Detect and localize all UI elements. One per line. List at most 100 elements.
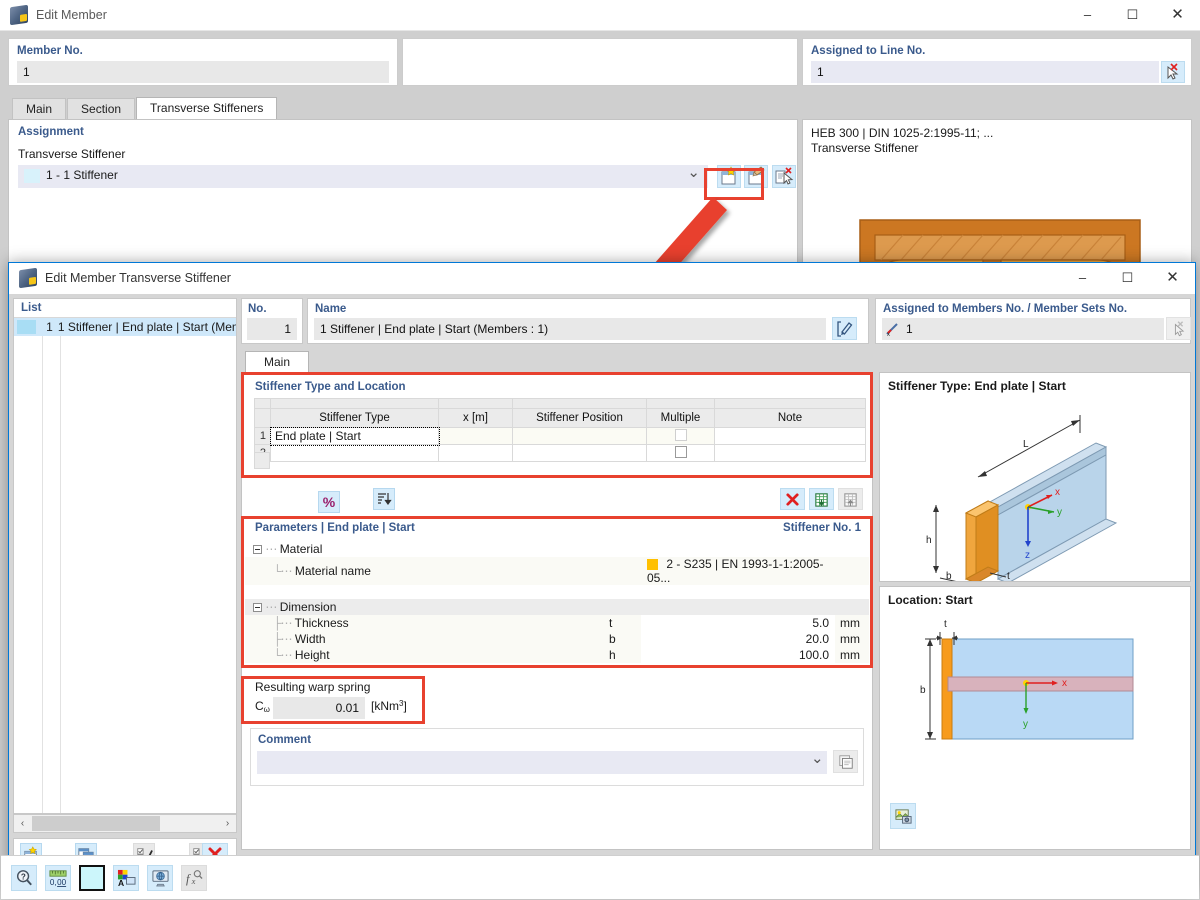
cell-multiple[interactable] (646, 444, 715, 462)
picture-settings-glyph (894, 808, 912, 824)
cell-note[interactable] (714, 427, 866, 445)
col-x[interactable]: x [m] (438, 408, 513, 428)
parameters-stiffener-no: Stiffener No. 1 (783, 522, 861, 534)
excel-export-glyph (815, 492, 828, 507)
param-unit: mm (840, 616, 860, 630)
col-multiple[interactable]: Multiple (646, 408, 715, 428)
ruler-decimal-glyph: 0, 00 (49, 870, 67, 887)
dialog-maximize-button[interactable]: ☐ (1105, 263, 1150, 293)
cell-note[interactable] (714, 444, 866, 462)
view-settings-icon[interactable] (890, 803, 916, 829)
sort-icon[interactable] (373, 488, 396, 510)
warp-unit-suffix: ] (403, 699, 407, 713)
param-value[interactable]: 20.0 (641, 631, 835, 647)
param-row[interactable]: ├⋯ Thickness t 5.0 mm (245, 615, 869, 631)
cell-stiffener-position[interactable] (512, 444, 647, 462)
dialog-minimize-button[interactable]: – (1060, 263, 1105, 293)
parameters-header: Parameters | End plate | Start Stiffener… (245, 519, 869, 541)
multiple-checkbox[interactable] (674, 445, 687, 458)
cell-stiffener-type[interactable]: End plate | Start (269, 426, 440, 446)
scroll-left-arrow[interactable]: ‹ (14, 815, 31, 832)
formula-icon[interactable]: f x (181, 865, 207, 891)
param-row[interactable]: ├⋯ Width b 20.0 mm (245, 631, 869, 647)
comment-label: Comment (258, 734, 312, 746)
cell-multiple[interactable] (646, 427, 715, 445)
col-stiffener-type[interactable]: Stiffener Type (270, 408, 439, 428)
param-group-row[interactable]: ⋯ Dimension (245, 599, 869, 615)
param-symbol (605, 557, 641, 585)
svg-text:00: 00 (57, 878, 66, 887)
param-group-row[interactable]: ⋯ Material (245, 541, 869, 557)
comment-input[interactable] (257, 751, 827, 774)
axis-x: x (1062, 678, 1067, 689)
param-unit: mm (840, 632, 860, 646)
svg-text:x: x (190, 876, 195, 886)
excel-import-glyph (844, 492, 857, 507)
table-row[interactable]: 1 End plate | Start (254, 426, 866, 446)
collapse-material-icon[interactable] (253, 545, 262, 555)
scroll-right-arrow[interactable]: › (219, 815, 236, 832)
list-horizontal-scrollbar[interactable]: ‹ › (13, 814, 237, 833)
list-item-number: 1 (46, 320, 53, 334)
warp-spring-value: 0.01 (273, 697, 365, 719)
view-icon[interactable] (147, 865, 173, 891)
param-group-label: Dimension (279, 600, 337, 614)
display-props-icon[interactable]: A (113, 865, 139, 891)
axis-x: x (1055, 487, 1060, 498)
warp-spring-symbol: Cω (255, 699, 270, 714)
table-corner-cell (254, 408, 271, 428)
warp-unit-prefix: [kNm (371, 699, 399, 713)
list-item-color-swatch (17, 320, 37, 334)
param-value[interactable]: 100.0 (641, 647, 835, 663)
stiffener-name-field[interactable]: 1 Stiffener | End plate | Start (Members… (314, 318, 826, 340)
col-stiffener-position[interactable]: Stiffener Position (512, 408, 647, 428)
cell-stiffener-type[interactable] (270, 444, 439, 462)
list-item-label: 1 Stiffener | End plate | Start (Mem (57, 320, 236, 334)
axis-y: y (1023, 719, 1028, 730)
warp-spring-unit: [kNm3] (371, 699, 407, 713)
param-row[interactable]: └⋯ Material name 2 - S235 | EN 1993-1-1:… (245, 557, 869, 585)
stiffener-table[interactable]: Stiffener Type x [m] Stiffener Position … (254, 398, 866, 462)
assigned-members-field[interactable]: 1 (882, 318, 1164, 340)
assigned-members-label: Assigned to Members No. / Member Sets No… (883, 303, 1128, 315)
chevron-down-icon[interactable]: ⌄ (811, 749, 824, 767)
param-value[interactable]: 5.0 (641, 615, 835, 631)
material-color-swatch (647, 559, 658, 571)
dim-b: b (920, 685, 926, 696)
dim-h: h (926, 535, 932, 546)
export-excel-icon[interactable] (809, 488, 834, 510)
stiffener-type-preview-caption: Stiffener Type: End plate | Start (888, 379, 1066, 393)
param-value[interactable]: 2 - S235 | EN 1993-1-1:2005-05... (641, 557, 835, 585)
import-excel-icon[interactable] (838, 488, 863, 510)
stiffener-no-field: 1 (247, 318, 297, 340)
dialog-close-button[interactable]: ✕ (1150, 263, 1195, 293)
units-icon[interactable]: 0, 00 (45, 865, 71, 891)
svg-text:A: A (117, 878, 123, 887)
cell-stiffener-position[interactable] (512, 427, 647, 445)
edit-name-icon[interactable] (832, 317, 857, 340)
tab-main[interactable]: Main (245, 351, 310, 373)
collapse-dimension-icon[interactable] (253, 603, 262, 613)
color-swatch-icon[interactable] (79, 865, 105, 891)
param-label: Thickness (294, 616, 349, 630)
help-icon[interactable]: ? (11, 865, 37, 891)
list-header: List (14, 299, 236, 318)
comment-library-icon[interactable] (833, 750, 858, 773)
stiffener-no-label: No. (248, 303, 267, 315)
list-item[interactable]: 1 1 Stiffener | End plate | Start (Mem (14, 318, 236, 336)
multiple-checkbox[interactable] (674, 428, 687, 441)
param-symbol: b (609, 632, 616, 646)
col-note[interactable]: Note (714, 408, 866, 428)
delete-row-icon[interactable] (780, 488, 805, 510)
cell-x[interactable] (438, 444, 513, 462)
param-row[interactable]: └⋯ Height h 100.0 mm (245, 647, 869, 663)
table-row[interactable]: 2 (254, 444, 866, 462)
pick-members-icon[interactable] (1166, 317, 1191, 340)
scroll-thumb[interactable] (32, 816, 160, 831)
cell-x[interactable] (438, 427, 513, 445)
color-legend-glyph: A (117, 869, 135, 887)
percent-icon[interactable]: % (318, 491, 340, 513)
magnifier-question-glyph: ? (16, 870, 32, 886)
tree-connector: ├⋯ (273, 632, 292, 646)
stiffener-table-group-title: Stiffener Type and Location (255, 381, 406, 393)
